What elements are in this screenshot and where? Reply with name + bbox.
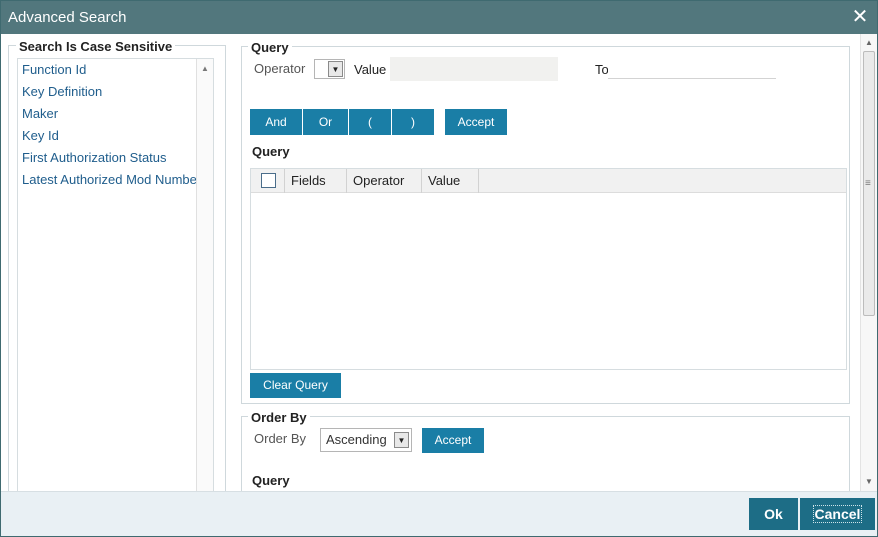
column-header-operator: Operator — [347, 169, 422, 193]
cancel-button[interactable]: Cancel — [800, 498, 875, 530]
open-paren-button[interactable]: ( — [349, 109, 392, 135]
query-grid-title: Query — [252, 144, 290, 159]
close-paren-button[interactable]: ) — [392, 109, 434, 135]
dialog-title: Advanced Search — [8, 9, 127, 26]
ok-button[interactable]: Ok — [749, 498, 798, 530]
select-all-checkbox[interactable] — [261, 173, 276, 188]
operator-label: Operator — [254, 61, 306, 76]
cancel-button-label: Cancel — [812, 505, 863, 523]
dialog-content: Search Is Case Sensitive Function Id Key… — [1, 34, 877, 491]
grip-icon: ≡ — [865, 178, 871, 189]
order-by-query-title: Query — [252, 473, 290, 488]
list-item-first-authorization-status[interactable]: First Authorization Status — [18, 147, 213, 169]
dialog-footer: Ok Cancel — [1, 491, 877, 536]
query-grid-header: Fields Operator Value — [251, 169, 846, 193]
order-by-accept-button[interactable]: Accept — [422, 428, 484, 453]
scrollbar-thumb[interactable]: ≡ — [863, 51, 875, 316]
close-icon[interactable]: ✕ — [849, 6, 871, 28]
list-item-key-id[interactable]: Key Id — [18, 125, 213, 147]
search-fields-list: Function Id Key Definition Maker Key Id … — [17, 58, 214, 491]
order-by-select[interactable]: Ascending ▼ — [320, 428, 412, 452]
scroll-down-icon[interactable]: ▼ — [865, 477, 873, 486]
scroll-up-icon[interactable]: ▲ — [865, 38, 873, 47]
query-operator-buttons: And Or ( ) — [250, 109, 434, 135]
title-bar: Advanced Search ✕ — [1, 1, 877, 34]
to-label: To — [595, 62, 609, 77]
order-by-fieldset: Order By Order By Ascending ▼ Accept Que… — [241, 410, 850, 491]
operator-select[interactable]: ▼ — [314, 59, 345, 79]
clear-query-button[interactable]: Clear Query — [250, 373, 341, 398]
query-grid: Fields Operator Value — [250, 168, 847, 370]
case-sensitive-fieldset: Search Is Case Sensitive Function Id Key… — [8, 39, 226, 491]
query-accept-button[interactable]: Accept — [445, 109, 507, 135]
order-by-legend: Order By — [248, 410, 310, 425]
list-item-function-id[interactable]: Function Id — [18, 59, 213, 81]
list-item-key-definition[interactable]: Key Definition — [18, 81, 213, 103]
order-by-label: Order By — [254, 431, 307, 446]
scroll-up-icon[interactable]: ▲ — [201, 64, 209, 73]
chevron-down-icon[interactable]: ▼ — [328, 61, 343, 77]
to-input[interactable] — [608, 57, 776, 79]
list-item-latest-authorized-mod-number[interactable]: Latest Authorized Mod Number — [18, 169, 213, 191]
query-legend: Query — [248, 40, 292, 55]
value-input[interactable] — [390, 57, 558, 81]
list-scrollbar[interactable]: ▲ — [196, 59, 213, 491]
case-sensitive-legend: Search Is Case Sensitive — [16, 39, 176, 54]
advanced-search-dialog: Advanced Search ✕ Search Is Case Sensiti… — [0, 0, 878, 537]
or-button[interactable]: Or — [303, 109, 349, 135]
order-by-select-value: Ascending — [326, 432, 387, 447]
chevron-down-icon[interactable]: ▼ — [394, 432, 409, 448]
and-button[interactable]: And — [250, 109, 303, 135]
column-header-value: Value — [422, 169, 479, 193]
query-fieldset: Query Operator ▼ Value To And Or ( ) Acc… — [241, 40, 850, 404]
column-header-fields: Fields — [285, 169, 347, 193]
value-label: Value — [354, 62, 387, 77]
list-item-maker[interactable]: Maker — [18, 103, 213, 125]
select-all-cell — [251, 169, 285, 193]
content-scrollbar[interactable]: ▲ ≡ ▼ — [860, 34, 877, 491]
